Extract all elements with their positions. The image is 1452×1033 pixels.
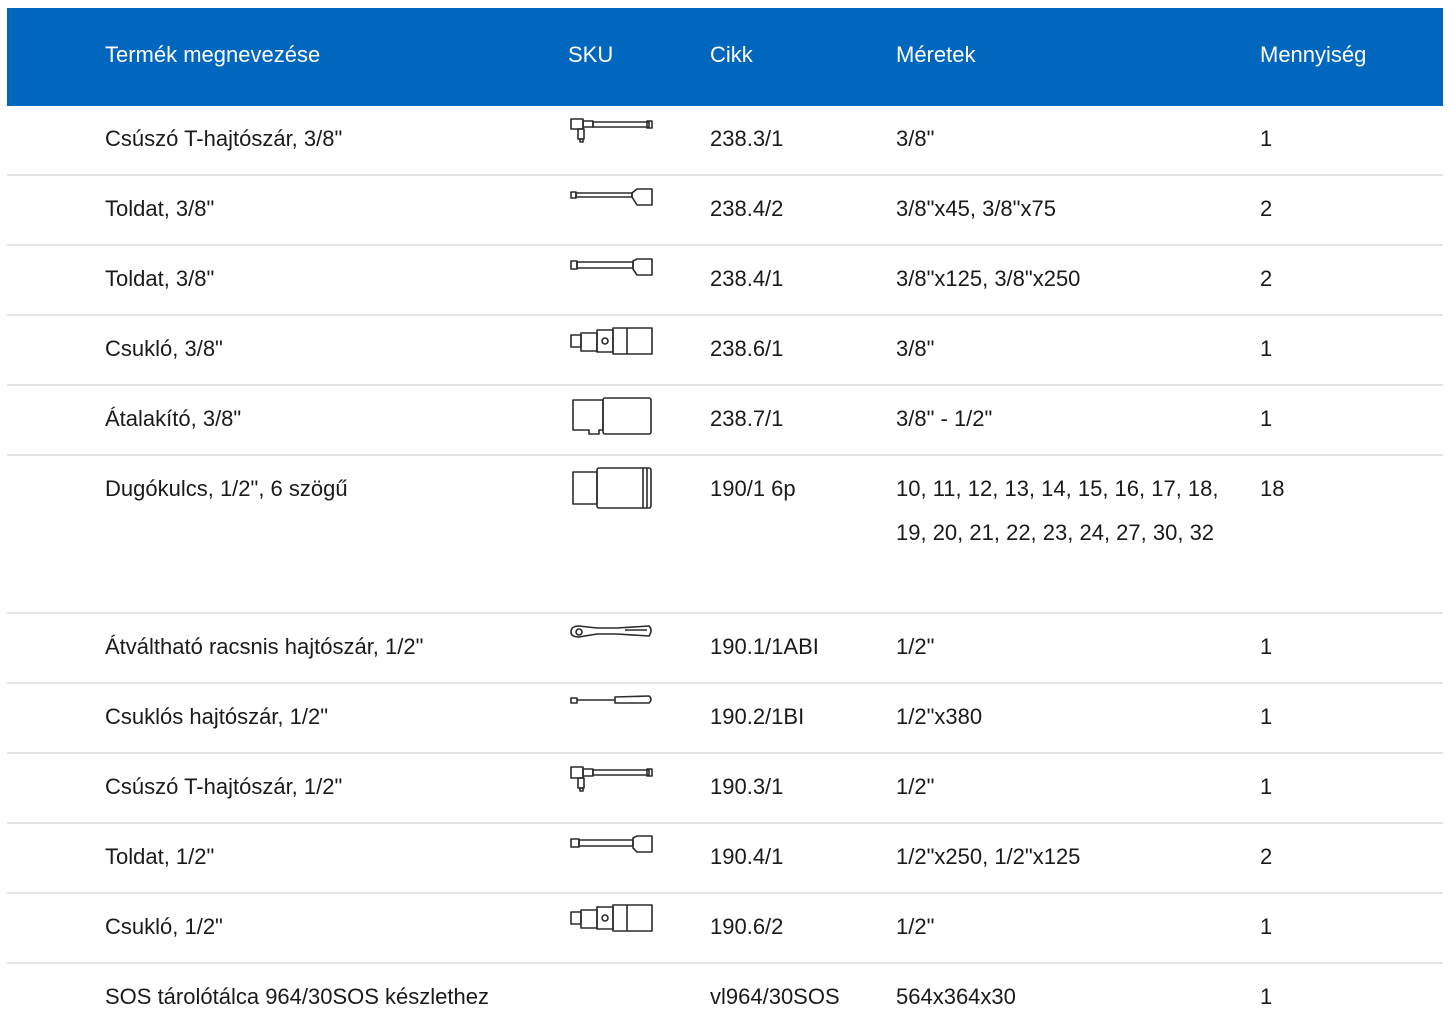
table-row: Átalakító, 3/8" 238.7/1 3/8" - 1/2" 1 (7, 386, 1443, 456)
size: 1/2" (896, 914, 935, 939)
table-header: Termék megnevezése SKU Cikk Méretek Menn… (7, 8, 1443, 106)
article-number: 190.1/1ABI (710, 634, 819, 659)
product-name: Dugókulcs, 1/2", 6 szögű (105, 476, 348, 501)
quantity: 1 (1260, 406, 1273, 431)
size: 3/8"x45, 3/8"x75 (896, 196, 1056, 221)
article-number: 190.2/1BI (710, 704, 805, 729)
header-article: Cikk (710, 42, 753, 67)
product-name: Toldat, 1/2" (105, 844, 215, 869)
extension-bar-icon (567, 186, 655, 224)
article-number: 238.4/1 (710, 266, 784, 291)
socket-icon (567, 466, 655, 509)
size: 1/2"x380 (896, 704, 983, 729)
table-row: Csuklós hajtószár, 1/2" 190.2/1BI 1/2"x3… (7, 684, 1443, 754)
universal-joint-icon (567, 326, 655, 364)
article-number: 190.6/2 (710, 914, 784, 939)
product-name: Csukló, 3/8" (105, 336, 223, 361)
table-row: Csukló, 1/2" 190.6/2 1/2" 1 (7, 894, 1443, 964)
quantity: 1 (1260, 914, 1273, 939)
quantity: 1 (1260, 634, 1273, 659)
extension-bar-icon (567, 256, 655, 294)
table-row: Csúszó T-hajtószár, 3/8" 238.3/1 3/8" 1 (7, 106, 1443, 176)
size: 1/2" (896, 634, 935, 659)
product-name: Csúszó T-hajtószár, 3/8" (105, 126, 343, 151)
adapter-icon (567, 396, 655, 435)
article-number: 238.7/1 (710, 406, 784, 431)
header-name: Termék megnevezése (105, 42, 321, 67)
quantity: 2 (1260, 844, 1273, 869)
article-number: 190.4/1 (710, 844, 784, 869)
article-number: 238.4/2 (710, 196, 784, 221)
table-row: Dugókulcs, 1/2", 6 szögű 190/1 6p 10, 11… (7, 456, 1443, 614)
article-number: 238.6/1 (710, 336, 784, 361)
extension-bar-icon (567, 834, 655, 872)
table-row: Toldat, 1/2" 190.4/1 1/2"x250, 1/2"x125 … (7, 824, 1443, 894)
quantity: 2 (1260, 196, 1273, 221)
size: 3/8"x125, 3/8"x250 (896, 266, 1081, 291)
product-name: Toldat, 3/8" (105, 266, 215, 291)
quantity: 1 (1260, 984, 1273, 1009)
table-row: Átváltható racsnis hajtószár, 1/2" 190.1… (7, 614, 1443, 684)
universal-joint-icon (567, 904, 655, 942)
product-name: Csúszó T-hajtószár, 1/2" (105, 774, 343, 799)
header-size: Méretek (896, 42, 976, 67)
header-qty: Mennyiség (1260, 42, 1367, 67)
product-name: SOS tárolótálca 964/30SOS készlethez (105, 984, 489, 1009)
quantity: 1 (1260, 126, 1273, 151)
header-sku: SKU (568, 42, 614, 67)
table-row: Toldat, 3/8" 238.4/2 3/8"x45, 3/8"x75 2 (7, 176, 1443, 246)
quantity: 2 (1260, 266, 1273, 291)
size: 1/2"x250, 1/2"x125 (896, 844, 1081, 869)
article-number: 190/1 6p (710, 476, 796, 501)
article-number: vl964/30SOS (710, 984, 840, 1009)
product-name: Toldat, 3/8" (105, 196, 215, 221)
t-handle-icon (567, 116, 655, 154)
product-name: Csuklós hajtószár, 1/2" (105, 704, 329, 729)
size: 3/8" (896, 336, 935, 361)
t-handle-icon (567, 764, 655, 802)
parts-table: Termék megnevezése SKU Cikk Méretek Menn… (7, 8, 1443, 1024)
table-row: SOS tárolótálca 964/30SOS készlethez vl9… (7, 964, 1443, 1024)
ratchet-icon (567, 624, 655, 662)
product-name: Átváltható racsnis hajtószár, 1/2" (105, 634, 424, 659)
size: 564x364x30 (896, 984, 1016, 1009)
size: 10, 11, 12, 13, 14, 15, 16, 17, 18, 19, … (896, 476, 1219, 545)
quantity: 1 (1260, 336, 1273, 361)
quantity: 18 (1260, 476, 1285, 501)
article-number: 190.3/1 (710, 774, 784, 799)
table-row: Csúszó T-hajtószár, 1/2" 190.3/1 1/2" 1 (7, 754, 1443, 824)
article-number: 238.3/1 (710, 126, 784, 151)
table-row: Csukló, 3/8" 238.6/1 3/8" 1 (7, 316, 1443, 386)
size: 3/8" (896, 126, 935, 151)
product-name: Csukló, 1/2" (105, 914, 223, 939)
quantity: 1 (1260, 704, 1273, 729)
product-name: Átalakító, 3/8" (105, 406, 242, 431)
quantity: 1 (1260, 774, 1273, 799)
hinged-handle-icon (567, 694, 655, 732)
size: 3/8" - 1/2" (896, 406, 993, 431)
table-row: Toldat, 3/8" 238.4/1 3/8"x125, 3/8"x250 … (7, 246, 1443, 316)
size: 1/2" (896, 774, 935, 799)
